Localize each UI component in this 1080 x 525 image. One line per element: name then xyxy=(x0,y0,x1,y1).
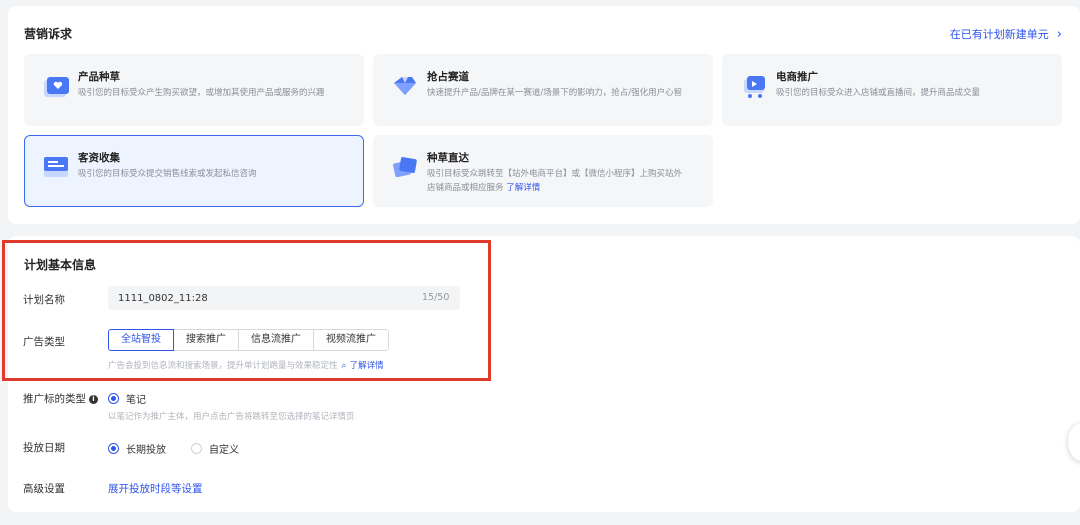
ad-type-option-video[interactable]: 视频流推广 xyxy=(313,329,389,351)
info-icon[interactable]: i xyxy=(89,395,98,404)
radio-dot xyxy=(191,443,202,454)
plan-panel: 计划基本信息 计划名称 15/50 广告类型 全站智投 搜索推广 信息流推广 视… xyxy=(8,236,1080,512)
date-radio-long-term[interactable]: 长期投放 xyxy=(108,441,166,456)
card-desc-line2: 店铺商品或相应服务 xyxy=(427,183,504,193)
card-title: 客资收集 xyxy=(78,152,120,164)
radio-label: 长期投放 xyxy=(126,445,166,456)
card-desc: 吸引您的目标受众提交销售线索或发起私信咨询 xyxy=(78,169,257,179)
card-direct-seeding[interactable]: 种草直达 吸引目标受众跳转至【站外电商平台】或【微信小程序】上购买站外 店铺商品… xyxy=(373,135,713,207)
new-unit-link[interactable]: 在已有计划新建单元 › xyxy=(950,26,1062,42)
radio-label: 自定义 xyxy=(209,445,239,456)
card-product-seeding[interactable]: 产品种草 吸引您的目标受众产生购买欲望，或增加其使用产品或服务的兴趣 xyxy=(24,54,364,126)
target-type-label: 推广标的类型 i xyxy=(23,391,98,406)
cart-icon xyxy=(744,76,765,98)
target-type-label-text: 推广标的类型 xyxy=(23,393,86,405)
card-track-capture[interactable]: 抢占赛道 快速提升产品/品牌在某一赛道/场景下的影响力，抢占/强化用户心智 xyxy=(373,54,713,126)
ad-type-hint: 广告会投到信息流和搜索场景，提升单计划跑量与效果稳定性 ⌕ 了解详情 xyxy=(108,359,384,371)
card-desc: 吸引目标受众跳转至【站外电商平台】或【微信小程序】上购买站外 店铺商品或相应服务… xyxy=(427,167,702,195)
radio-label: 笔记 xyxy=(126,395,146,406)
ad-type-option-feed[interactable]: 信息流推广 xyxy=(238,329,314,351)
card-title: 产品种草 xyxy=(78,71,120,83)
card-title: 电商推广 xyxy=(776,71,818,83)
ad-type-option-all[interactable]: 全站智投 xyxy=(108,329,174,351)
ad-type-hint-text: 广告会投到信息流和搜索场景，提升单计划跑量与效果稳定性 xyxy=(108,361,338,371)
target-type-radio-note[interactable]: 笔记 xyxy=(108,391,146,406)
card-desc-line1: 吸引目标受众跳转至【站外电商平台】或【微信小程序】上购买站外 xyxy=(427,169,683,179)
ad-type-label: 广告类型 xyxy=(23,336,65,348)
new-unit-link-label[interactable]: 在已有计划新建单元 xyxy=(950,26,1049,42)
marketing-panel: 营销诉求 在已有计划新建单元 › 产品种草 吸引您的目标受众产生购买欲望，或增加… xyxy=(8,6,1080,224)
card-desc: 快速提升产品/品牌在某一赛道/场景下的影响力，抢占/强化用户心智 xyxy=(427,88,683,98)
marketing-title: 营销诉求 xyxy=(24,27,73,41)
plan-title: 计划基本信息 xyxy=(24,258,97,272)
advanced-settings-link[interactable]: 展开投放时段等设置 xyxy=(108,481,203,496)
search-icon: ⌕ xyxy=(341,361,347,371)
card-title: 种草直达 xyxy=(427,152,469,164)
card-lead-collection[interactable]: 客资收集 吸引您的目标受众提交销售线索或发起私信咨询 xyxy=(24,135,364,207)
form-icon xyxy=(44,157,68,177)
ad-type-option-search[interactable]: 搜索推广 xyxy=(173,329,239,351)
radio-dot xyxy=(108,393,119,404)
learn-more-link[interactable]: 了解详情 xyxy=(506,183,540,193)
plan-name-count: 15/50 xyxy=(422,292,450,303)
chevron-right-icon: › xyxy=(1056,26,1062,42)
date-radio-custom[interactable]: 自定义 xyxy=(191,441,239,456)
ad-type-learn-more-link[interactable]: 了解详情 xyxy=(350,361,384,371)
date-label: 投放日期 xyxy=(23,442,65,454)
card-desc: 吸引您的目标受众产生购买欲望，或增加其使用产品或服务的兴趣 xyxy=(78,88,325,98)
plan-name-label: 计划名称 xyxy=(23,294,65,306)
heart-box-icon xyxy=(44,77,69,97)
plan-name-input[interactable] xyxy=(108,286,460,310)
advanced-label: 高级设置 xyxy=(23,483,65,495)
card-ecommerce[interactable]: 电商推广 吸引您的目标受众进入店铺或直播间，提升商品成交量 xyxy=(722,54,1062,126)
ad-type-segmented: 全站智投 搜索推广 信息流推广 视频流推广 xyxy=(108,329,389,351)
diamond-icon xyxy=(394,77,416,95)
card-desc: 吸引您的目标受众进入店铺或直播间，提升商品成交量 xyxy=(776,88,981,98)
radio-dot xyxy=(108,443,119,454)
card-stack-icon xyxy=(393,157,417,178)
target-type-hint: 以笔记作为推广主体，用户点击广告将跳转至您选择的笔记详情页 xyxy=(108,412,355,422)
card-title: 抢占赛道 xyxy=(427,71,469,83)
